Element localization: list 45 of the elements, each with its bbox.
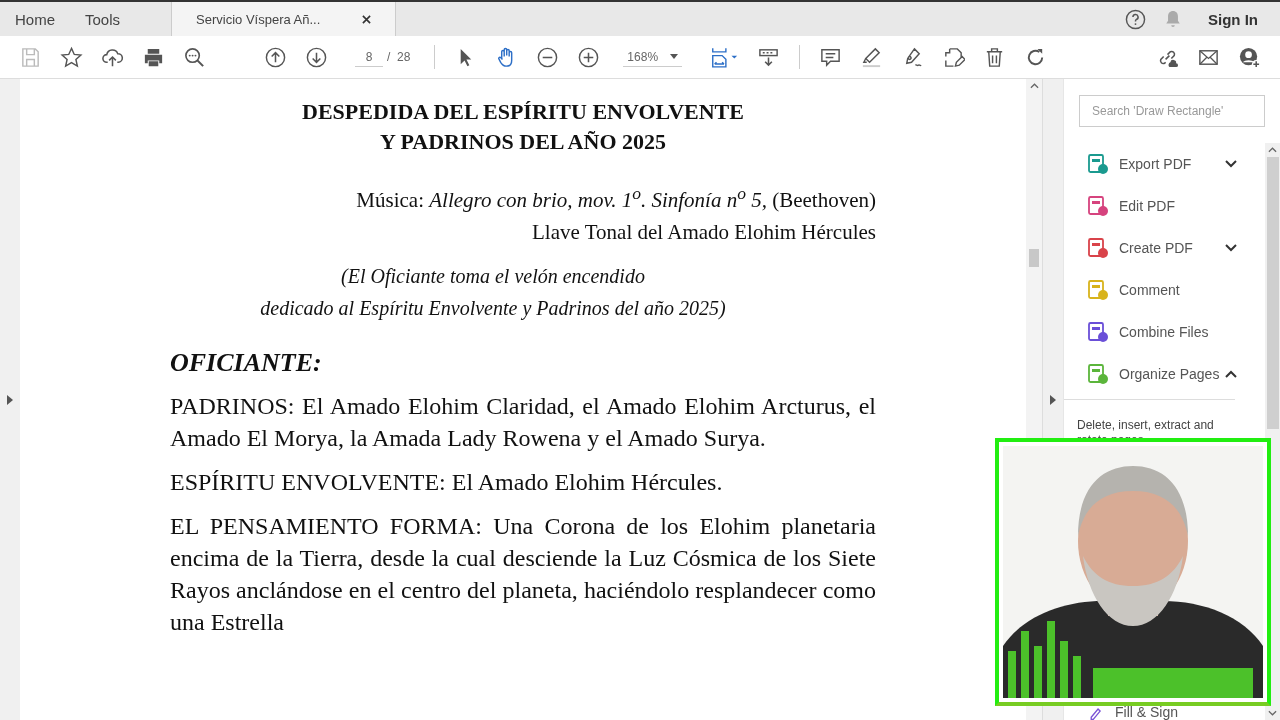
tool-item[interactable]: Create PDF (1064, 227, 1265, 269)
paragraph: PADRINOS: El Amado Elohim Claridad, el Amado Elohim Arcturus, el Amado El Morya, la Amada Lady Rowena y el Amado Surya. (170, 392, 876, 453)
scrollbar-thumb[interactable] (1266, 157, 1279, 429)
tool-item[interactable]: Export PDF (1064, 143, 1265, 185)
chevron-icon[interactable] (1225, 370, 1237, 378)
tool-item[interactable]: Comment (1064, 269, 1265, 311)
collapse-right-icon[interactable] (1050, 394, 1056, 405)
tab[interactable]: Tools (70, 2, 136, 36)
music-line: Música: Allegro con brio, mov. 1$^{o}$. Sinfonía n$^{o}$ 5, (Beethoven) (355, 182, 876, 214)
search-icon[interactable] (183, 45, 206, 69)
stage-direction: (El Oficiante toma el velón encendido (340, 264, 646, 290)
tool-item[interactable]: Edit PDF (1064, 185, 1265, 227)
add-user-icon[interactable] (1238, 45, 1261, 69)
music-line: Llave Tonal del Amado Elohim Hércules (531, 219, 876, 246)
previous-page-icon[interactable] (264, 45, 287, 69)
scrollbar-thumb[interactable] (1029, 249, 1039, 267)
help-icon[interactable] (1125, 8, 1146, 30)
zoom-dropdown[interactable]: 168% (623, 47, 683, 67)
tab[interactable]: Servicio Víspera Añ... (171, 2, 397, 36)
chevron-icon[interactable] (1225, 244, 1237, 252)
page-number-field[interactable]: 8 (355, 47, 383, 67)
scroll-down-icon[interactable] (1268, 710, 1277, 716)
tab[interactable]: Home (0, 2, 70, 36)
search-field[interactable]: Search 'Draw Rectangle' (1079, 95, 1265, 127)
close-icon[interactable] (362, 14, 372, 24)
tool-item[interactable]: Fill & Sign (1064, 705, 1265, 720)
document-title: DESPEDIDA DEL ESPÍRITU ENVOLVENTE Y PADRINOS DEL AÑO 2025 (301, 98, 745, 156)
chevron-icon[interactable] (1225, 160, 1237, 168)
stage-direction: dedicado al Espíritu Envolvente y Padrinos del año 2025) (259, 296, 727, 322)
star-icon[interactable] (60, 45, 83, 69)
paragraph: ESPÍRITU ENVOLVENTE: El Amado Elohim Hércules. (170, 468, 724, 497)
speaker-heading: OFICIANTE: (170, 348, 323, 378)
next-page-icon[interactable] (305, 45, 328, 69)
zoom-in-icon[interactable] (577, 45, 601, 69)
page-total: / 28 (387, 50, 411, 64)
zoom-out-icon[interactable] (536, 45, 560, 69)
caret-icon[interactable] (670, 54, 679, 59)
tool-item[interactable]: Organize Pages (1064, 353, 1265, 395)
paragraph: EL PENSAMIENTO FORMA: Una Corona de los Elohim planetaria encima de la Tierra, desde la cual desciende la Luz Cósmica de los Siete Rayos anclándose en el centro del planeta, haciéndolo resplandecer como una Estrella (170, 512, 876, 637)
expand-left-icon[interactable] (7, 394, 13, 405)
tool-item[interactable]: Combine Files (1064, 311, 1265, 353)
sign-in-button[interactable]: Sign In (1200, 2, 1280, 36)
scroll-up-icon[interactable] (1029, 83, 1039, 89)
scroll-up-icon[interactable] (1268, 147, 1277, 153)
edit-document-icon[interactable] (942, 45, 966, 69)
